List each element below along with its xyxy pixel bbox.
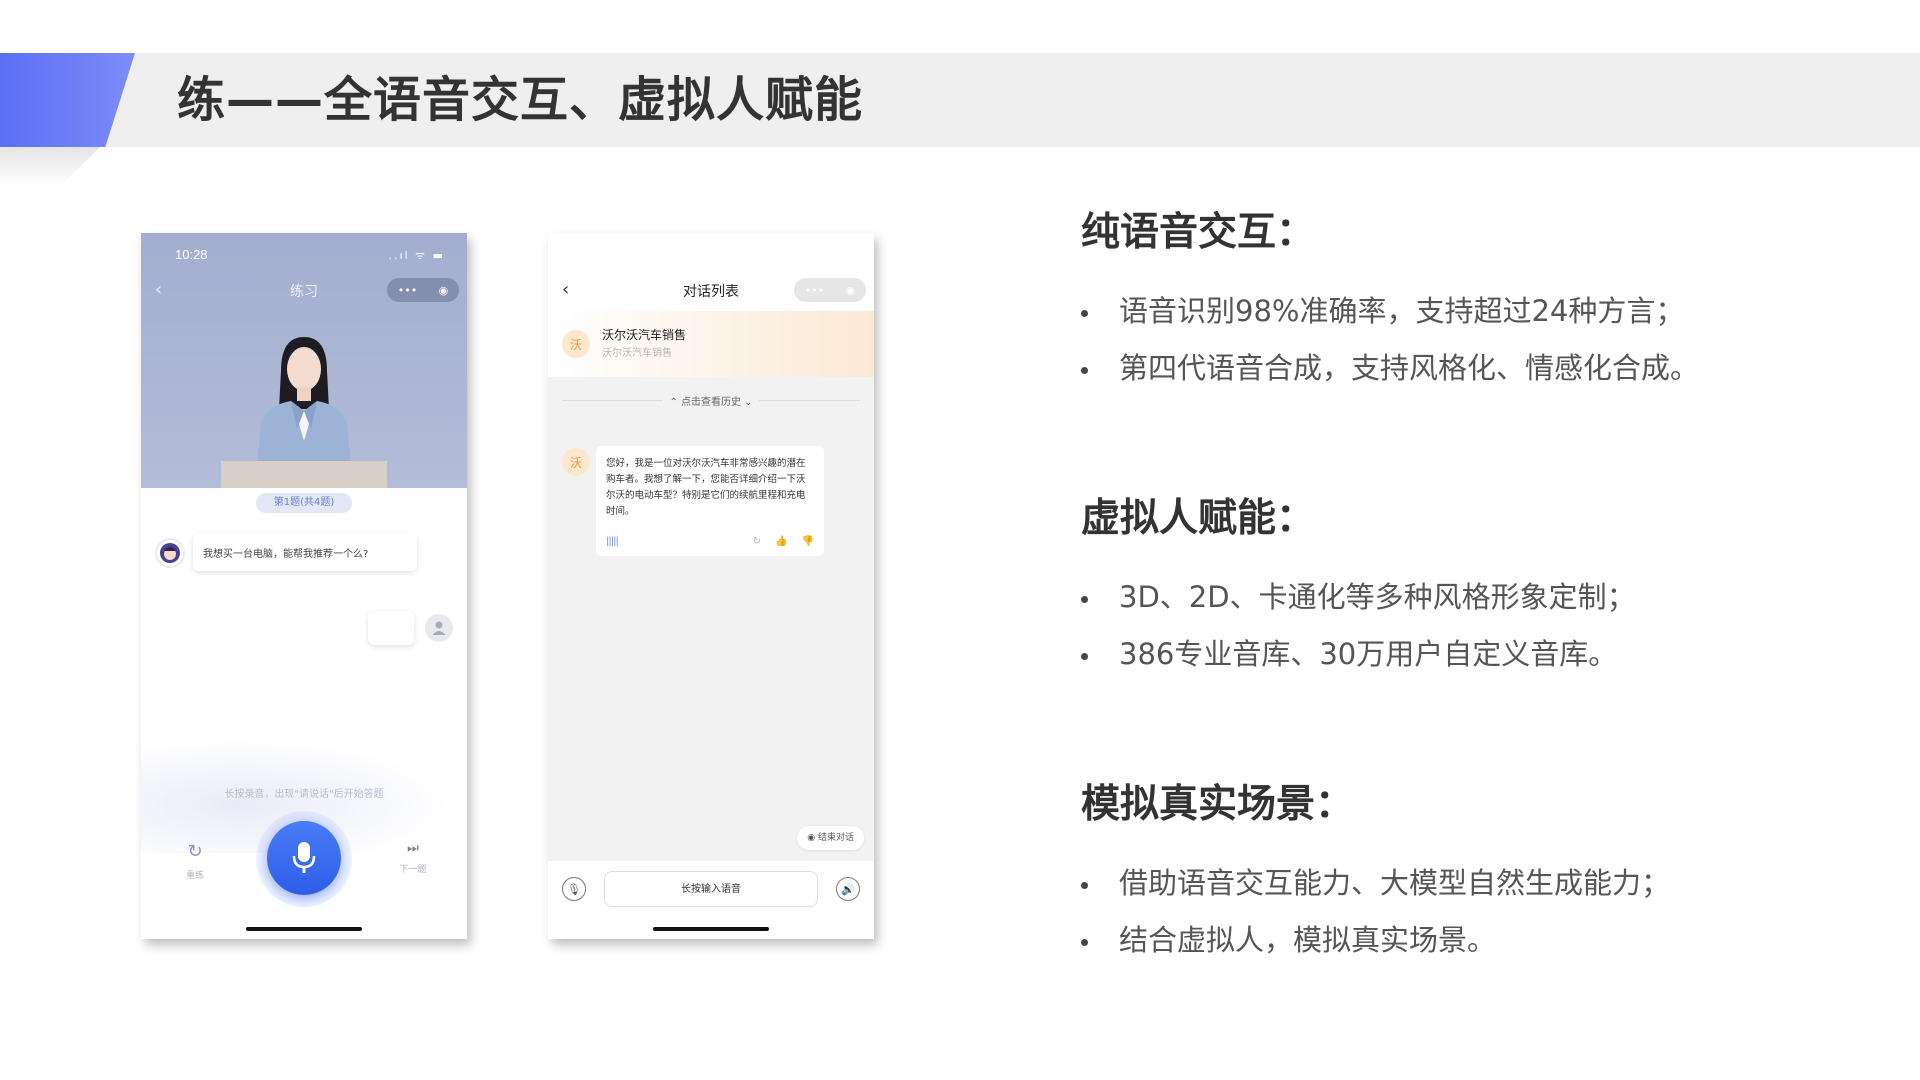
phone-dialog-screenshot: ‹ 对话列表 ••• ◉ 沃 沃尔沃汽车销售 沃尔沃汽车销售 ⌃ 点击查看历史 … (548, 233, 874, 939)
section-heading: 纯语音交互： (1081, 210, 1316, 255)
avatar-video-area: 10:28 ..ıl ᯤ ▬ ‹ 练习 ••• ◉ (141, 233, 467, 488)
status-icons: ..ıl ᯤ ▬ (388, 249, 445, 262)
contact-name: 沃尔沃汽车销售 (602, 328, 687, 342)
section-simulation: 模拟真实场景： 借助语音交互能力、大模型自然生成能力； 结合虚拟人，模拟真实场景… (1081, 777, 1861, 969)
message-toolbar: ||||| ↻ 👍 👎 (606, 536, 814, 550)
next-question-button[interactable]: ⏭ 下一题 (393, 841, 433, 875)
message-brand-badge: 沃 (562, 448, 590, 476)
home-indicator (653, 927, 769, 931)
more-icon[interactable]: ••• (805, 284, 824, 297)
phone-practice-screenshot: 10:28 ..ıl ᯤ ▬ ‹ 练习 ••• ◉ 第1题(共4题) 我想买一台… (141, 233, 467, 939)
history-label[interactable]: ⌃ 点击查看历史 ⌄ (669, 393, 752, 408)
home-indicator (246, 927, 362, 931)
bullet-item: 借助语音交互能力、大模型自然生成能力； (1081, 855, 1861, 912)
microphone-icon[interactable]: 🎙 (562, 877, 586, 901)
message-bubble: 您好，我是一位对沃尔沃汽车非常感兴趣的潜在购车者。我想了解一下，您能否详细介绍一… (596, 446, 824, 556)
bullet-list: 语音识别98%准确率，支持超过24种方言； 第四代语音合成，支持风格化、情感化合… (1081, 283, 1861, 397)
message-text: 您好，我是一位对沃尔沃汽车非常感兴趣的潜在购车者。我想了解一下，您能否详细介绍一… (606, 458, 806, 517)
question-badge: 第1题(共4题) (256, 493, 352, 513)
brand-badge: 沃 (562, 330, 590, 358)
retry-label: 重练 (185, 871, 204, 881)
section-virtual-human: 虚拟人赋能： 3D、2D、卡通化等多种风格形象定制； 386专业音库、30万用户… (1081, 491, 1861, 683)
more-icon[interactable]: ••• (398, 284, 417, 297)
desk (221, 461, 387, 488)
bullet-item: 语音识别98%准确率，支持超过24种方言； (1081, 283, 1861, 340)
title-accent-shadow (0, 147, 100, 187)
replay-icon[interactable]: ↻ (753, 536, 761, 550)
end-chat-button[interactable]: ◉ 结束对话 (797, 826, 864, 850)
input-footer: 🎙 长按输入语音 🔊 (548, 861, 874, 939)
bot-avatar (155, 538, 185, 568)
contact-subtitle: 沃尔沃汽车销售 (602, 348, 672, 359)
bullet-list: 3D、2D、卡通化等多种风格形象定制； 386专业音库、30万用户自定义音库。 (1081, 569, 1861, 683)
section-voice: 纯语音交互： 语音识别98%准确率，支持超过24种方言； 第四代语音合成，支持风… (1081, 205, 1861, 397)
headset-avatar-icon (160, 543, 180, 563)
nav-header: ‹ 对话列表 ••• ◉ (548, 233, 874, 313)
next-label: 下一题 (399, 865, 427, 875)
speaker-icon[interactable]: 🔊 (836, 877, 860, 901)
record-hint: 长按录音，出现"请说话"后开始答题 (224, 789, 384, 800)
next-icon: ⏭ (407, 841, 419, 856)
bullet-item: 第四代语音合成，支持风格化、情感化合成。 (1081, 340, 1861, 397)
close-icon[interactable]: ◉ (846, 284, 856, 297)
thumbs-up-icon[interactable]: 👍 (775, 536, 787, 550)
retry-icon: ↻ (187, 841, 203, 862)
view-history-link[interactable]: ⌃ 点击查看历史 ⌄ (562, 393, 860, 408)
section-heading: 虚拟人赋能： (1081, 496, 1316, 541)
mini-program-capsule[interactable]: ••• ◉ (794, 278, 866, 302)
bullet-item: 结合虚拟人，模拟真实场景。 (1081, 912, 1861, 969)
bullet-list: 借助语音交互能力、大模型自然生成能力； 结合虚拟人，模拟真实场景。 (1081, 855, 1861, 969)
record-mic-button[interactable] (267, 821, 341, 895)
bullet-item: 386专业音库、30万用户自定义音库。 (1081, 626, 1861, 683)
section-heading: 模拟真实场景： (1081, 782, 1355, 827)
microphone-icon (292, 842, 316, 873)
voice-playback-icon[interactable]: ||||| (606, 536, 619, 550)
hold-to-talk-button[interactable]: 长按输入语音 (604, 871, 818, 907)
contact-card[interactable]: 沃 沃尔沃汽车销售 沃尔沃汽车销售 (548, 311, 874, 377)
status-time: 10:28 (175, 247, 208, 262)
bot-message-bubble: 我想买一台电脑，能帮我推荐一个么? (193, 533, 417, 571)
bullet-item: 3D、2D、卡通化等多种风格形象定制； (1081, 569, 1861, 626)
thumbs-down-icon[interactable]: 👎 (802, 536, 814, 550)
retry-button[interactable]: ↻ 重练 (175, 841, 215, 881)
user-icon (432, 621, 446, 635)
user-avatar (425, 614, 453, 642)
close-icon[interactable]: ◉ (439, 284, 449, 297)
user-message-bubble (368, 611, 414, 645)
mini-program-capsule[interactable]: ••• ◉ (387, 278, 459, 302)
page-title: 练——全语音交互、虚拟人赋能 (177, 72, 864, 128)
